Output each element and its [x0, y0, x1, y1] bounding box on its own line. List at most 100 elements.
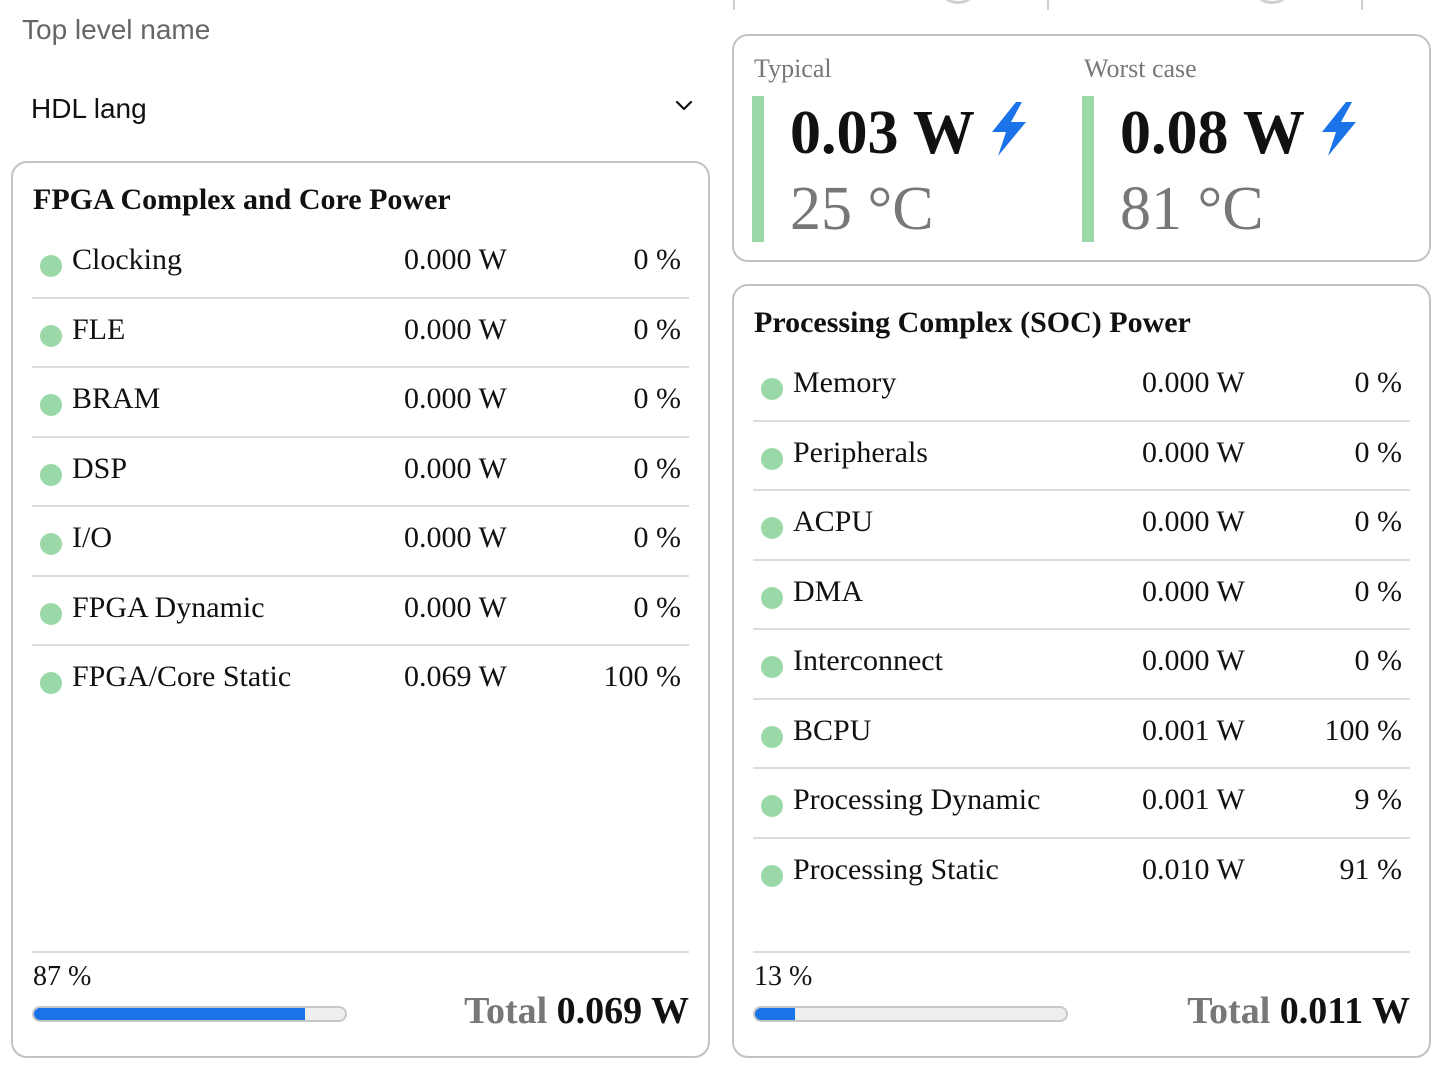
- lightning-bolt-icon: [1322, 102, 1356, 156]
- status-dot: [40, 394, 62, 416]
- soc-row-processing-dynamic[interactable]: Processing Dynamic 0.001 W 9 %: [753, 769, 1410, 839]
- fpga-share-progress: [32, 1006, 347, 1022]
- row-power: 0.000 W: [1142, 505, 1245, 538]
- row-name: FPGA/Core Static: [72, 660, 292, 693]
- hdl-lang-value: HDL lang: [31, 93, 147, 124]
- typical-temperature-value: 25 °C: [790, 175, 934, 243]
- fpga-row-io[interactable]: I/O 0.000 W 0 %: [32, 507, 689, 577]
- row-power: 0.000 W: [404, 451, 507, 485]
- row-power: 0.010 W: [1142, 852, 1245, 886]
- row-power: 0.069 W: [404, 660, 507, 693]
- row-power: 0.000 W: [1142, 574, 1245, 608]
- hdl-lang-select[interactable]: HDL lang: [12, 88, 708, 136]
- status-dot: [761, 795, 783, 817]
- row-power: 0.000 W: [1142, 644, 1245, 677]
- status-dot: [761, 725, 783, 748]
- row-percent: 100 %: [603, 660, 682, 693]
- lightning-bolt-icon: [992, 102, 1026, 156]
- fpga-row-clocking[interactable]: Clocking 0.000 W 0 %: [32, 229, 689, 299]
- row-percent: 0 %: [1354, 644, 1403, 677]
- soc-row-acpu[interactable]: ACPU 0.000 W 0 %: [753, 491, 1410, 561]
- typical-summary: Typical 0.03 W 25 °C: [752, 54, 1072, 244]
- soc-row-interconnect[interactable]: Interconnect 0.000 W 0 %: [753, 630, 1410, 700]
- row-power: 0.000 W: [404, 312, 507, 346]
- soc-total: Total 0.011 W: [1187, 989, 1410, 1033]
- row-name: Processing Dynamic: [793, 783, 1041, 816]
- status-dot: [40, 255, 62, 277]
- top-gauge-fragment: [936, 0, 980, 4]
- row-name: BCPU: [793, 713, 872, 747]
- worst-case-summary: Worst case 0.08 W 81 °C: [1082, 54, 1402, 244]
- top-divider: [1361, 0, 1363, 10]
- divider: [32, 951, 689, 953]
- row-name: DMA: [793, 574, 864, 608]
- soc-row-peripherals[interactable]: Peripherals 0.000 W 0 %: [753, 422, 1410, 491]
- status-dot: [761, 447, 783, 470]
- soc-panel-title: Processing Complex (SOC) Power: [754, 306, 1191, 339]
- fpga-row-fle[interactable]: FLE 0.000 W 0 %: [32, 299, 689, 368]
- row-percent: 0 %: [633, 312, 682, 346]
- status-dot: [761, 656, 783, 678]
- divider: [753, 951, 1410, 953]
- top-gauge-fragment: [1250, 0, 1294, 4]
- fpga-total: Total 0.069 W: [464, 989, 689, 1033]
- fpga-power-list: Clocking 0.000 W 0 % FLE 0.000 W 0 % BRA…: [32, 229, 689, 716]
- worst-case-power-value: 0.08 W: [1120, 99, 1305, 167]
- fpga-power-panel: FPGA Complex and Core Power Clocking 0.0…: [11, 161, 710, 1058]
- row-name: Interconnect: [793, 644, 943, 677]
- row-name: Clocking: [72, 243, 182, 276]
- status-dot: [761, 378, 783, 400]
- status-dot: [40, 463, 62, 486]
- typical-indicator-bar: [752, 96, 764, 242]
- status-dot: [761, 864, 783, 887]
- row-percent: 0 %: [633, 243, 682, 276]
- row-percent: 0 %: [1354, 366, 1403, 399]
- row-power: 0.000 W: [404, 590, 507, 624]
- row-percent: 0 %: [633, 521, 682, 554]
- row-power: 0.000 W: [1142, 435, 1245, 469]
- fpga-share-progress-fill: [34, 1008, 305, 1020]
- row-name: Peripherals: [793, 435, 928, 469]
- row-power: 0.000 W: [404, 243, 507, 276]
- status-dot: [40, 324, 62, 347]
- row-power: 0.000 W: [1142, 366, 1245, 399]
- soc-row-processing-static[interactable]: Processing Static 0.010 W 91 %: [753, 839, 1410, 909]
- fpga-row-dsp[interactable]: DSP 0.000 W 0 %: [32, 438, 689, 507]
- row-name: DSP: [72, 451, 128, 485]
- top-level-name-label: Top level name: [22, 14, 211, 45]
- soc-share-progress: [753, 1006, 1068, 1022]
- top-divider: [1047, 0, 1049, 10]
- row-power: 0.001 W: [1142, 713, 1245, 747]
- row-name: Processing Static: [793, 852, 999, 886]
- row-name: I/O: [72, 521, 112, 554]
- row-percent: 0 %: [633, 382, 682, 415]
- soc-power-panel: Processing Complex (SOC) Power Memory 0.…: [732, 284, 1431, 1058]
- soc-row-bcpu[interactable]: BCPU 0.001 W 100 %: [753, 700, 1410, 769]
- soc-row-dma[interactable]: DMA 0.000 W 0 %: [753, 561, 1410, 630]
- row-name: FPGA Dynamic: [72, 590, 265, 624]
- fpga-row-bram[interactable]: BRAM 0.000 W 0 %: [32, 368, 689, 438]
- chevron-down-icon: [675, 100, 693, 111]
- row-percent: 91 %: [1339, 852, 1403, 886]
- top-divider: [733, 0, 735, 10]
- fpga-share-percent: 87 %: [33, 961, 92, 992]
- row-power: 0.001 W: [1142, 783, 1245, 816]
- row-name: ACPU: [793, 505, 874, 538]
- row-percent: 0 %: [1354, 505, 1403, 538]
- soc-power-list: Memory 0.000 W 0 % Peripherals 0.000 W 0…: [753, 352, 1410, 908]
- status-dot: [40, 533, 62, 555]
- row-percent: 0 %: [1354, 435, 1403, 469]
- row-power: 0.000 W: [404, 382, 507, 415]
- row-percent: 0 %: [633, 451, 682, 485]
- soc-row-memory[interactable]: Memory 0.000 W 0 %: [753, 352, 1410, 422]
- fpga-row-core-static[interactable]: FPGA/Core Static 0.069 W 100 %: [32, 646, 689, 716]
- power-summary-panel: Typical 0.03 W 25 °C Worst case 0.08 W 8…: [732, 34, 1431, 262]
- fpga-total-value: 0.069 W: [556, 990, 689, 1032]
- soc-share-percent: 13 %: [754, 961, 813, 992]
- soc-share-progress-fill: [755, 1008, 796, 1020]
- worst-case-indicator-bar: [1082, 96, 1094, 242]
- fpga-panel-title: FPGA Complex and Core Power: [33, 183, 451, 216]
- row-name: BRAM: [72, 382, 161, 415]
- fpga-row-fpga-dynamic[interactable]: FPGA Dynamic 0.000 W 0 %: [32, 577, 689, 646]
- worst-case-label: Worst case: [1084, 54, 1197, 83]
